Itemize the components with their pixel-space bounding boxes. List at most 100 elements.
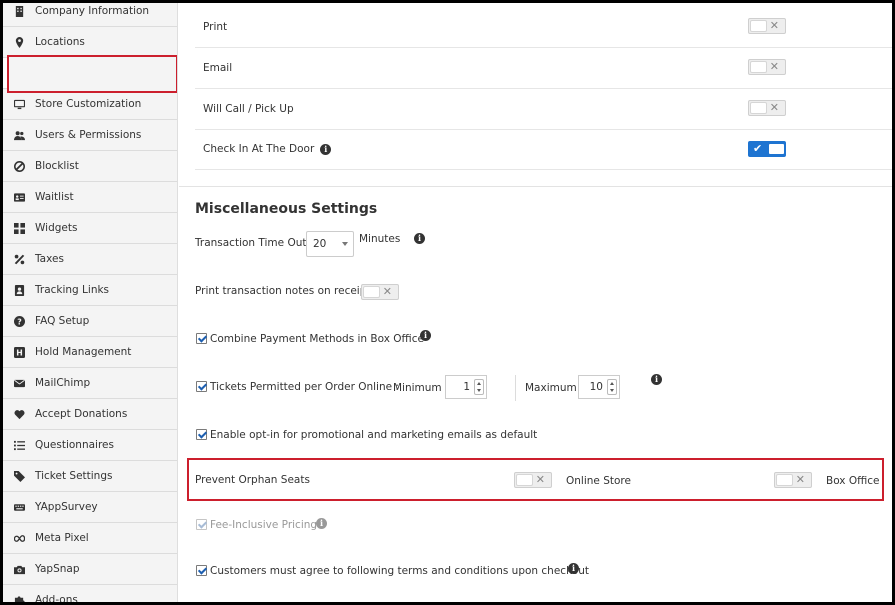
info-icon[interactable]: i: [651, 374, 662, 385]
sidebar-item-mailchimp[interactable]: MailChimp: [3, 368, 177, 399]
maximum-value: 10: [589, 381, 603, 393]
print-notes-label: Print transaction notes on receipt: [195, 285, 371, 297]
orphan-online-store-toggle[interactable]: ✕: [514, 472, 552, 488]
maximum-input[interactable]: 10: [578, 375, 620, 399]
delivery-row-print: Print: [195, 7, 892, 48]
sidebar-item-taxes[interactable]: Taxes: [3, 244, 177, 275]
sidebar-item-questionnaires[interactable]: Questionnaires: [3, 430, 177, 461]
sidebar-item-label: Ticket Settings: [35, 470, 113, 482]
timeout-select[interactable]: 20: [306, 231, 354, 257]
sidebar-item-yapsnap[interactable]: YapSnap: [3, 554, 177, 585]
will-call-toggle[interactable]: ✕: [748, 100, 786, 116]
info-icon[interactable]: i: [320, 143, 332, 155]
info-icon[interactable]: i: [414, 233, 425, 244]
delivery-label: Print: [203, 21, 228, 33]
sidebar-item-meta-pixel[interactable]: Meta Pixel: [3, 523, 177, 554]
svg-text:H: H: [16, 348, 23, 357]
sidebar-item-store-customization[interactable]: Store Customization: [3, 89, 177, 120]
maximum-label: Maximum: [525, 382, 577, 394]
sidebar-item-label: Blocklist: [35, 160, 79, 172]
x-icon: ✕: [769, 19, 779, 32]
check-in-toggle[interactable]: ✔: [748, 141, 786, 157]
sidebar-item-hold-management[interactable]: H Hold Management: [3, 337, 177, 368]
timeout-label: Transaction Time Out.: [195, 237, 310, 249]
x-icon: ✕: [769, 60, 779, 73]
toggle-knob: [516, 474, 533, 486]
sidebar-item-label: Accept Donations: [35, 408, 128, 420]
sidebar-item-ticket-settings[interactable]: Ticket Settings: [3, 461, 177, 492]
sidebar-item-accept-donations[interactable]: Accept Donations: [3, 399, 177, 430]
combine-payment-label: Combine Payment Methods in Box Office: [210, 333, 424, 345]
fee-inclusive-checkbox[interactable]: [196, 519, 207, 530]
orphan-box-office-toggle[interactable]: ✕: [774, 472, 812, 488]
delivery-label: Check In At The Door: [203, 143, 315, 155]
sidebar-item-add-ons[interactable]: Add-ons: [3, 585, 177, 602]
settings-sidebar: Company Information Locations Transactio…: [3, 3, 178, 602]
envelope-icon: [13, 377, 25, 389]
x-icon: ✕: [769, 101, 779, 114]
stepper-icon[interactable]: [474, 379, 484, 395]
print-notes-toggle[interactable]: ✕: [361, 284, 399, 300]
vertical-divider: [515, 375, 516, 401]
sidebar-item-yappsurvey[interactable]: YAppSurvey: [3, 492, 177, 523]
toggle-knob: [776, 474, 793, 486]
sidebar-item-company-information[interactable]: Company Information: [3, 3, 177, 27]
sidebar-item-label: Locations: [35, 36, 85, 48]
sidebar-item-label: YAppSurvey: [35, 501, 98, 513]
users-icon: [13, 129, 25, 141]
terms-checkbox[interactable]: [196, 565, 207, 576]
camera-icon: [13, 563, 25, 575]
sidebar-item-transactions[interactable]: Transactions: [3, 58, 177, 89]
sidebar-item-label: Questionnaires: [35, 439, 114, 451]
minimum-label: Minimum: [393, 382, 442, 394]
sidebar-item-blocklist[interactable]: Blocklist: [3, 151, 177, 182]
info-icon[interactable]: i: [316, 518, 327, 529]
section-divider: [179, 186, 892, 187]
toggle-knob: [750, 20, 767, 32]
question-circle-icon: ?: [13, 315, 25, 327]
svg-text:?: ?: [17, 317, 22, 326]
sidebar-item-label: Add-ons: [35, 594, 78, 602]
orphan-seats-label: Prevent Orphan Seats: [195, 474, 310, 486]
sidebar-item-locations[interactable]: Locations: [3, 27, 177, 58]
info-icon[interactable]: i: [420, 330, 431, 341]
sidebar-item-users-permissions[interactable]: Users & Permissions: [3, 120, 177, 151]
sidebar-item-label: FAQ Setup: [35, 315, 90, 327]
misc-section-title: Miscellaneous Settings: [195, 201, 378, 217]
sidebar-item-label: Widgets: [35, 222, 78, 234]
sidebar-item-label: Users & Permissions: [35, 129, 142, 141]
minimum-value: 1: [463, 381, 470, 393]
sidebar-item-label: Hold Management: [35, 346, 132, 358]
sidebar-item-faq-setup[interactable]: ? FAQ Setup: [3, 306, 177, 337]
ticket-icon: [13, 470, 25, 482]
delivery-label: Email: [203, 62, 233, 74]
keyboard-icon: [13, 501, 25, 513]
app-frame: Company Information Locations Transactio…: [3, 3, 892, 602]
heart-icon: [13, 408, 25, 420]
stepper-icon[interactable]: [607, 379, 617, 395]
print-toggle[interactable]: ✕: [748, 18, 786, 34]
tickets-permitted-label: Tickets Permitted per Order Online :: [210, 381, 399, 393]
sidebar-item-label: Company Information: [35, 5, 150, 17]
sidebar-item-label: Meta Pixel: [35, 532, 89, 544]
settings-main: Print ✕ Email ✕ Will Call / Pick Up ✕ Ch…: [179, 3, 892, 602]
puzzle-icon: [13, 594, 25, 602]
sidebar-item-label: Waitlist: [35, 191, 74, 203]
info-icon[interactable]: i: [568, 563, 579, 574]
fee-inclusive-label: Fee-Inclusive Pricing: [210, 519, 318, 531]
toggle-knob: [768, 143, 785, 155]
delivery-row-will-call: Will Call / Pick Up: [195, 89, 892, 130]
sidebar-item-tracking-links[interactable]: Tracking Links: [3, 275, 177, 306]
meta-infinity-icon: [13, 532, 25, 544]
tickets-permitted-checkbox[interactable]: [196, 381, 207, 392]
contact-book-icon: [13, 284, 25, 296]
box-office-label: Box Office: [826, 475, 880, 487]
combine-payment-checkbox[interactable]: [196, 333, 207, 344]
minimum-input[interactable]: 1: [445, 375, 487, 399]
toggle-knob: [750, 102, 767, 114]
sidebar-item-widgets[interactable]: Widgets: [3, 213, 177, 244]
email-toggle[interactable]: ✕: [748, 59, 786, 75]
sidebar-item-waitlist[interactable]: Waitlist: [3, 182, 177, 213]
timeout-unit: Minutes: [359, 233, 401, 245]
opt-in-checkbox[interactable]: [196, 429, 207, 440]
